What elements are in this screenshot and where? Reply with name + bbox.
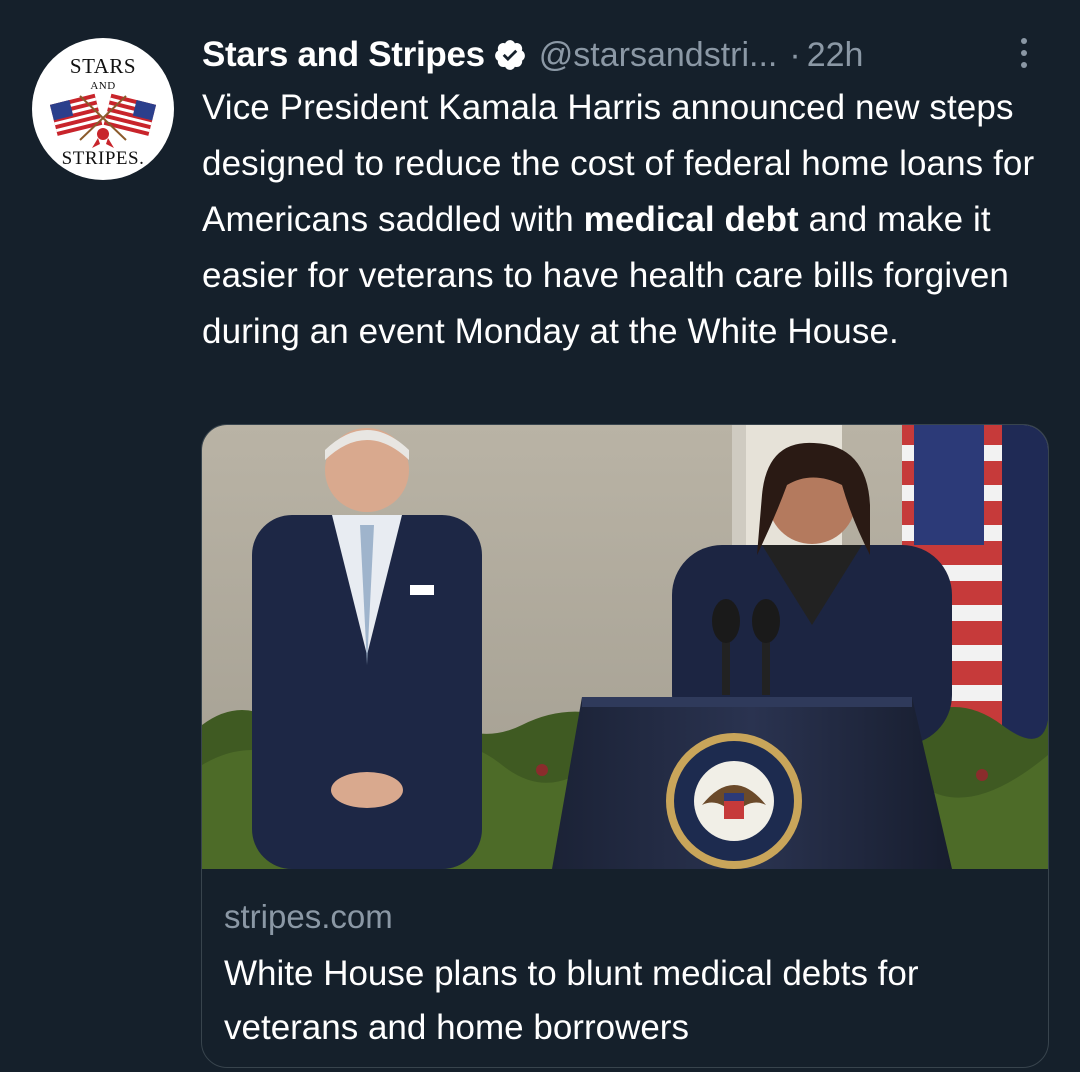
more-options-icon[interactable] (1014, 38, 1034, 74)
avatar-logo-text-bottom: STRIPES. (61, 148, 145, 169)
timestamp[interactable]: 22h (807, 36, 864, 75)
tweet-text-bold: medical debt (583, 200, 799, 239)
card-meta: stripes.com White House plans to blunt m… (224, 895, 1034, 1055)
tweet-text: Vice President Kamala Harris announced n… (202, 80, 1062, 360)
verified-badge-icon (494, 40, 525, 70)
display-name[interactable]: Stars and Stripes (202, 35, 485, 75)
card-photo (202, 425, 1048, 869)
link-preview-card[interactable]: stripes.com White House plans to blunt m… (201, 424, 1049, 1068)
separator-dot: · (789, 35, 801, 74)
avatar[interactable]: STARS AND STRIPES. (32, 38, 174, 180)
tweet-header: Stars and Stripes @starsandstri... · 22h (202, 30, 863, 80)
avatar-logo-text-top: STARS (69, 54, 137, 78)
tweet[interactable]: STARS AND STRIPES. Stars and Stripes @st… (0, 0, 1080, 1072)
user-handle[interactable]: @starsandstri... (539, 36, 778, 75)
card-title[interactable]: White House plans to blunt medical debts… (224, 947, 1034, 1055)
crossed-flags-icon (50, 93, 156, 148)
card-domain: stripes.com (224, 898, 393, 935)
